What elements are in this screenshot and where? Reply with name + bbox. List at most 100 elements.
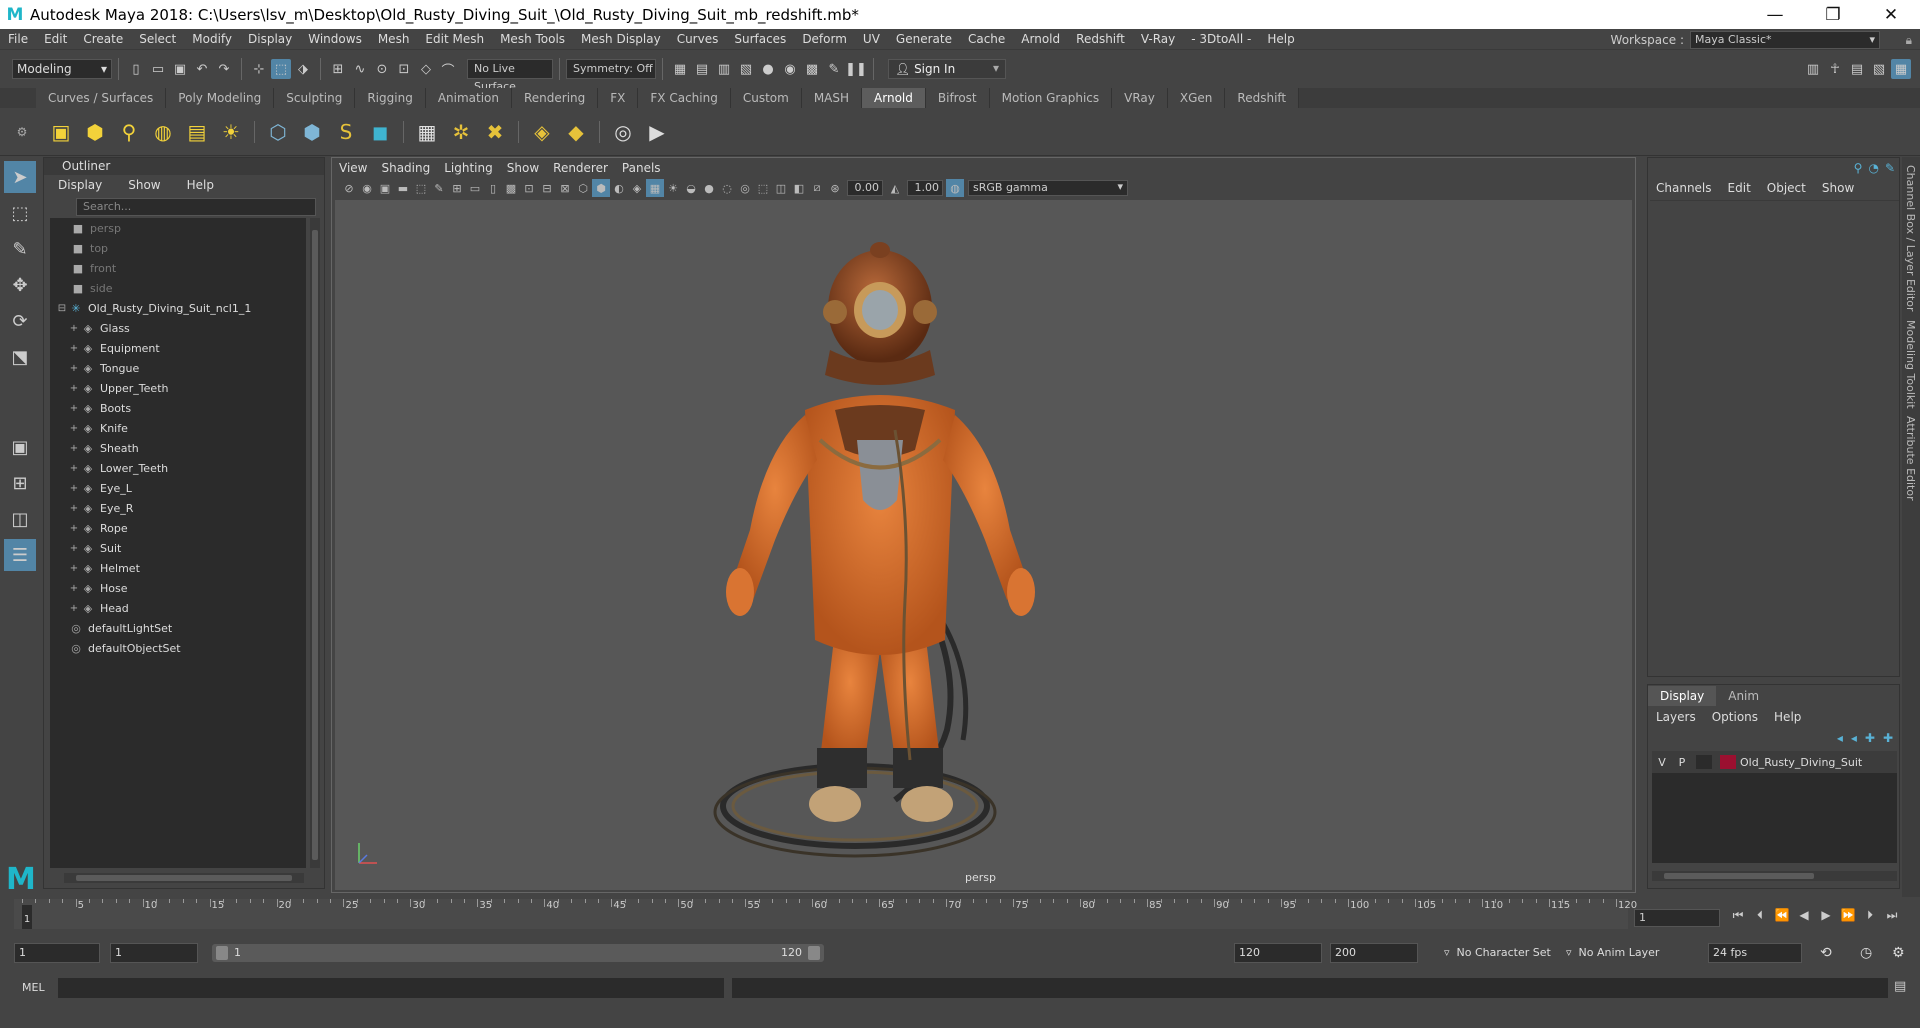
license-icon[interactable]: ◈ bbox=[527, 117, 557, 147]
range-end-handle[interactable] bbox=[808, 946, 820, 960]
outliner-item[interactable]: + ◈ Lower_Teeth bbox=[50, 458, 306, 478]
play-backwards-icon[interactable]: ◀ bbox=[1794, 905, 1814, 925]
wireframe-on-shaded-icon[interactable]: ◈ bbox=[628, 179, 646, 197]
layer-playback-toggle[interactable]: P bbox=[1672, 756, 1692, 769]
shadows-icon[interactable]: ◒ bbox=[682, 179, 700, 197]
layer-menu-layers[interactable]: Layers bbox=[1648, 710, 1704, 724]
channel-menu-show[interactable]: Show bbox=[1814, 181, 1862, 195]
layer-horizontal-scrollbar[interactable] bbox=[1652, 871, 1897, 881]
move-layer-down-icon[interactable]: ◂ bbox=[1851, 731, 1857, 745]
ipr-eye-icon[interactable]: ◎ bbox=[608, 117, 638, 147]
menu-mesh[interactable]: Mesh bbox=[370, 32, 418, 46]
light-portal-icon[interactable]: ▤ bbox=[182, 117, 212, 147]
scroll-thumb[interactable] bbox=[1664, 873, 1814, 879]
hypershade-icon[interactable]: ● bbox=[758, 59, 778, 79]
outliner-item[interactable]: + ◈ Knife bbox=[50, 418, 306, 438]
snap-curve-icon[interactable]: ∿ bbox=[350, 59, 370, 79]
auto-key-icon[interactable]: ◷ bbox=[1860, 943, 1872, 963]
go-to-start-icon[interactable]: ⏮ bbox=[1728, 905, 1748, 925]
step-forward-key-icon[interactable]: ⏵ bbox=[1860, 905, 1880, 925]
color-management-icon[interactable]: ◍ bbox=[946, 179, 964, 197]
viewport-menu-view[interactable]: View bbox=[332, 161, 374, 175]
minimize-button[interactable]: — bbox=[1746, 0, 1804, 29]
txmanager-icon[interactable]: ✲ bbox=[446, 117, 476, 147]
menu-display[interactable]: Display bbox=[240, 32, 300, 46]
side-tab-modeling-toolkit[interactable]: Modeling Toolkit bbox=[1904, 320, 1917, 409]
exposure-icon[interactable]: ⊛ bbox=[826, 179, 844, 197]
redo-icon[interactable]: ↷ bbox=[214, 59, 234, 79]
modeling-toolkit-icon[interactable]: ▥ bbox=[1803, 59, 1823, 79]
new-layer-icon[interactable]: ✚ bbox=[1865, 731, 1875, 745]
menu-edit-mesh[interactable]: Edit Mesh bbox=[417, 32, 492, 46]
arnold-render-icon[interactable]: ◉ bbox=[780, 59, 800, 79]
workspace-dropdown[interactable]: Maya Classic* bbox=[1690, 31, 1880, 49]
lasso-tool-icon[interactable]: ⬚ bbox=[4, 197, 36, 229]
fps-dropdown[interactable]: 24 fps bbox=[1708, 943, 1802, 963]
shelf-tab-mash[interactable]: MASH bbox=[801, 88, 863, 108]
shelf-tab-animation[interactable]: Animation bbox=[425, 88, 512, 108]
outliner-item[interactable]: + ◈ Helmet bbox=[50, 558, 306, 578]
render-play-icon[interactable]: ▶ bbox=[642, 117, 672, 147]
grease-pencil-icon[interactable]: ✎ bbox=[430, 179, 448, 197]
tool-settings-icon[interactable]: ▧ bbox=[1869, 59, 1889, 79]
shelf-options-icon[interactable]: ⚙ bbox=[0, 125, 44, 139]
render-view-shelf-icon[interactable]: ▦ bbox=[412, 117, 442, 147]
flush-caches-icon[interactable]: ✖ bbox=[480, 117, 510, 147]
3d-viewport[interactable]: persp bbox=[335, 200, 1632, 890]
ipr-render-icon[interactable]: ▥ bbox=[714, 59, 734, 79]
ambient-occlusion-icon[interactable]: ● bbox=[700, 179, 718, 197]
outliner-item[interactable]: + ◈ Rope bbox=[50, 518, 306, 538]
channel-menu-edit[interactable]: Edit bbox=[1720, 181, 1759, 195]
open-scene-icon[interactable]: ▭ bbox=[148, 59, 168, 79]
preferences-icon[interactable]: ⚙ bbox=[1892, 943, 1905, 963]
new-scene-icon[interactable]: ▯ bbox=[126, 59, 146, 79]
menu-surfaces[interactable]: Surfaces bbox=[726, 32, 794, 46]
layer-row[interactable]: V P Old_Rusty_Diving_Suit bbox=[1652, 751, 1897, 773]
outliner-group[interactable]: ⊟ ✳ Old_Rusty_Diving_Suit_ncl1_1 bbox=[50, 298, 306, 318]
current-frame-marker[interactable]: 1 bbox=[22, 905, 32, 929]
outliner-item[interactable]: + ◈ Head bbox=[50, 598, 306, 618]
outliner-item[interactable]: + ◈ Boots bbox=[50, 398, 306, 418]
outliner-search-input[interactable]: Search... bbox=[76, 198, 316, 216]
paint-select-icon[interactable]: ✎ bbox=[4, 233, 36, 265]
range-bar[interactable]: 1 120 bbox=[212, 944, 824, 962]
smooth-shade-icon[interactable]: ⬢ bbox=[592, 179, 610, 197]
motion-blur-icon[interactable]: ◌ bbox=[718, 179, 736, 197]
animation-end-field[interactable]: 200 bbox=[1330, 943, 1418, 963]
hyper-icon[interactable]: ✎ bbox=[1885, 161, 1895, 175]
safe-action-icon[interactable]: ⊟ bbox=[538, 179, 556, 197]
render-region-icon[interactable]: ▩ bbox=[802, 59, 822, 79]
expand-icon[interactable]: + bbox=[68, 463, 80, 474]
wireframe-icon[interactable]: ⬡ bbox=[574, 179, 592, 197]
gamma-icon[interactable]: ◭ bbox=[886, 179, 904, 197]
outliner-item[interactable]: ◎ defaultLightSet bbox=[50, 618, 306, 638]
image-plane-icon[interactable]: ▬ bbox=[394, 179, 412, 197]
menu-create[interactable]: Create bbox=[75, 32, 131, 46]
speed-icon[interactable]: ◔ bbox=[1868, 161, 1878, 175]
outliner-vertical-scrollbar[interactable] bbox=[310, 218, 320, 868]
attribute-editor-icon[interactable]: ▤ bbox=[1847, 59, 1867, 79]
step-back-key-icon[interactable]: ⏴ bbox=[1750, 905, 1770, 925]
curve-collector-icon[interactable]: S bbox=[331, 117, 361, 147]
shelf-tab-xgen[interactable]: XGen bbox=[1167, 88, 1226, 108]
shelf-tab-rigging[interactable]: Rigging bbox=[355, 88, 426, 108]
command-input[interactable] bbox=[58, 978, 724, 998]
menu-windows[interactable]: Windows bbox=[300, 32, 370, 46]
shelf-tab-motion-graphics[interactable]: Motion Graphics bbox=[989, 88, 1113, 108]
outliner-item[interactable]: ■ side bbox=[50, 278, 306, 298]
select-tool-icon[interactable]: ➤ bbox=[4, 161, 36, 193]
area-light-icon[interactable]: ▣ bbox=[46, 117, 76, 147]
expand-icon[interactable]: + bbox=[68, 503, 80, 514]
gate-mask-icon[interactable]: ▩ bbox=[502, 179, 520, 197]
channel-menu-channels[interactable]: Channels bbox=[1648, 181, 1720, 195]
current-frame-field[interactable]: 1 bbox=[1634, 909, 1720, 927]
outliner-item[interactable]: ■ persp bbox=[50, 218, 306, 238]
shelf-tab-rendering[interactable]: Rendering bbox=[512, 88, 599, 108]
layer-visibility-toggle[interactable]: V bbox=[1652, 756, 1672, 769]
time-slider-track[interactable]: 1 5 10 15 20 25 30 35 40 45 50 55 60 65 70 75 80 85 90 95 1… bbox=[14, 899, 1637, 929]
skydome-light-icon[interactable]: ◍ bbox=[148, 117, 178, 147]
shelf-tab-bifrost[interactable]: Bifrost bbox=[925, 88, 990, 108]
step-back-frame-icon[interactable]: ⏪ bbox=[1772, 905, 1792, 925]
shelf-tab-sculpting[interactable]: Sculpting bbox=[274, 88, 356, 108]
expand-icon[interactable]: + bbox=[68, 403, 80, 414]
